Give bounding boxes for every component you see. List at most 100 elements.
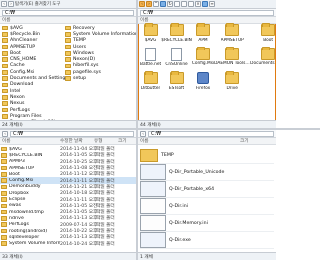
address-input[interactable]: C:₩ — [140, 9, 274, 16]
tile-label: $RECYCLE.BIN — [161, 37, 192, 43]
address-input[interactable]: C:₩ — [148, 130, 274, 137]
column-type[interactable]: 유형 — [92, 138, 116, 144]
cell-name: APMSETUP — [9, 165, 35, 171]
cell-date: 2014-11-08 오전... — [60, 166, 102, 172]
column-name[interactable]: 이름 — [0, 17, 10, 23]
settings-icon[interactable]: ≡ — [209, 1, 215, 7]
folder-icon — [169, 23, 184, 36]
tile-row[interactable]: Q-Dir.exe — [140, 232, 274, 249]
address-bar: C:₩ — [0, 9, 136, 17]
pane-top-left[interactable]: ‹ › 탐색기(E) 즐겨찾기 도구 C:₩ 이름 $AVG $Recycle.B… — [0, 0, 136, 128]
list-item[interactable]: Documents and Settings — [1, 75, 68, 81]
icon-tile[interactable]: APM — [192, 23, 214, 43]
folder-icon — [1, 216, 7, 221]
icon-tile[interactable]: Config.Msi — [191, 46, 215, 68]
table-row[interactable]: System Volume Information2014-10-24 오후..… — [0, 240, 136, 247]
back-icon[interactable]: ‹ — [139, 1, 145, 7]
cell-type: 파일 폴더 — [96, 191, 115, 197]
back-icon[interactable]: ‹ — [140, 130, 146, 137]
up-icon[interactable]: ^ — [153, 1, 159, 7]
address-input[interactable]: C:₩ — [2, 9, 134, 16]
folder-icon — [2, 63, 8, 69]
column-date[interactable]: 수정한 날짜 — [58, 138, 92, 144]
list-item[interactable]: System Volume Information — [64, 31, 136, 37]
status-bar: 1 개체 — [138, 252, 276, 260]
cell-name: ndrive — [9, 215, 24, 221]
cell-type: 파일 폴더 — [96, 153, 115, 159]
tile-label: Config.Msi — [191, 61, 215, 66]
status-bar: 24 개체(Ⅰ) — [0, 120, 136, 128]
tile-row[interactable]: Q-Dir.ini — [140, 198, 274, 215]
tile-label: Q-Dir.ini — [169, 203, 188, 209]
icon-tile[interactable]: APMSETUP — [214, 23, 250, 43]
forward-icon[interactable]: › — [8, 1, 14, 7]
icon-tile[interactable]: Documents and Settings — [250, 46, 276, 68]
icon-tile[interactable]: Firefox — [192, 72, 214, 91]
folder-icon — [2, 32, 8, 37]
column-name[interactable]: 이름 — [0, 138, 58, 144]
app-icon — [140, 164, 166, 180]
icon-tile[interactable]: CnSOnline — [161, 47, 192, 67]
file-list-col2: Recovery System Volume Information TEMP Use… — [64, 25, 136, 82]
tile-label: Ditbutter — [140, 85, 161, 91]
icon-tile[interactable]: Ditbutter — [140, 71, 161, 91]
column-header: 이름 크기 — [138, 138, 276, 145]
tile-row[interactable]: Q-Dir.Memory.ini — [140, 215, 274, 232]
forward-icon[interactable]: › — [146, 1, 152, 7]
folder-icon — [196, 23, 211, 36]
copy-icon[interactable] — [181, 1, 187, 7]
item-label: PerfLogs — [10, 107, 30, 113]
refresh-icon[interactable]: ↻ — [167, 1, 173, 7]
cell-name: msdownld.tmp — [9, 209, 44, 215]
tile-row[interactable]: Q-Dir_Portable_x64 — [140, 181, 274, 198]
folder-icon — [1, 172, 7, 177]
cell-name: Boot — [9, 171, 20, 177]
column-size[interactable]: 크기 — [116, 138, 126, 144]
icon-tile[interactable]: Boot — [250, 23, 276, 43]
item-label: Windows — [73, 50, 94, 56]
cell-date: 2014-11-12 오후... — [60, 172, 102, 178]
cell-name: rooting(android) — [9, 228, 48, 234]
view-icon[interactable] — [160, 1, 166, 7]
tile-list: TEMP Q-Dir_Portable_Unicode Q-Dir_Portable… — [140, 147, 274, 249]
cell-date: 2014-11-21 오후... — [60, 184, 102, 190]
item-label: Boot — [10, 50, 21, 56]
back-icon[interactable]: ‹ — [2, 130, 8, 137]
back-icon[interactable]: ‹ — [1, 1, 7, 7]
item-label: Nexus — [10, 101, 25, 107]
folder-icon — [1, 228, 7, 234]
paste-icon[interactable] — [188, 1, 194, 7]
icon-tile[interactable]: Drive — [214, 71, 250, 91]
address-input[interactable]: C:₩ — [10, 130, 134, 137]
column-header[interactable]: 이름 — [138, 17, 276, 24]
tile-label: APMSETUP — [220, 37, 244, 43]
column-name[interactable]: 이름 — [138, 138, 238, 144]
cell-type: 파일 폴더 — [96, 184, 115, 190]
list-item[interactable]: setup — [64, 75, 134, 81]
icon-tile[interactable]: $RECYCLE.BIN — [161, 23, 192, 43]
pane-bottom-right[interactable]: ‹ C:₩ 이름 크기 TEMP Q-Dir_Portable_Unicode Q-… — [138, 130, 276, 260]
icon-tile[interactable]: $AVG — [140, 23, 161, 43]
tile-row[interactable]: TEMP — [140, 147, 274, 164]
icon-tile[interactable]: DAEMON Tools Lite — [214, 46, 250, 68]
cell-name: sqldeveloper — [9, 234, 40, 240]
column-header[interactable]: 이름 — [0, 17, 136, 24]
folder-icon — [143, 23, 158, 36]
item-label: Recovery — [73, 25, 95, 31]
new-folder-icon[interactable] — [174, 1, 180, 7]
cell-date: 2014-11-13 오후... — [60, 235, 102, 241]
folder-icon — [1, 184, 7, 190]
icon-tile[interactable]: Battle.net — [140, 47, 161, 67]
pane-top-right[interactable]: ‹ › ^ ↻ × ≡ C:₩ 이름 $AVG $RECYCLE.BIN APM AP… — [138, 0, 276, 128]
app-icon — [140, 181, 166, 197]
tile-row[interactable]: Q-Dir_Portable_Unicode — [140, 164, 274, 181]
folder-icon — [2, 25, 8, 31]
tile-label: Q-Dir.exe — [169, 237, 191, 243]
menu-text[interactable]: 탐색기(E) 즐겨찾기 도구 — [15, 1, 60, 7]
icon-tile[interactable]: ESTsoft — [161, 71, 192, 91]
column-size[interactable]: 크기 — [238, 138, 248, 144]
cell-type: 파일 폴더 — [96, 172, 115, 178]
layout-icon[interactable] — [202, 1, 208, 7]
pane-bottom-left[interactable]: ‹ C:₩ 이름 수정한 날짜 유형 크기 $AVG 2014-11-04 오후.… — [0, 130, 136, 260]
delete-icon[interactable]: × — [195, 1, 201, 7]
